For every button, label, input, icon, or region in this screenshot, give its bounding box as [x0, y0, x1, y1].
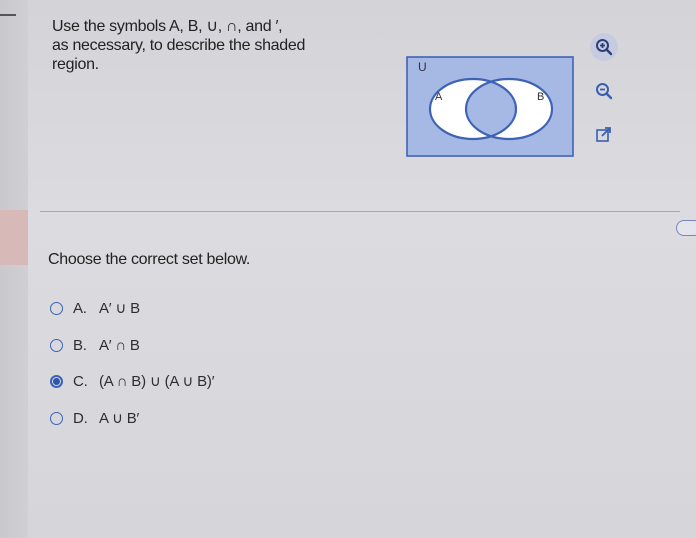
panel-marker: [0, 14, 16, 16]
option-b[interactable]: B. A′ ∩ B: [50, 334, 140, 356]
venn-diagram: U A B: [406, 56, 574, 162]
option-b-letter: B.: [73, 336, 87, 354]
section-divider: [40, 211, 680, 212]
option-c-radio[interactable]: [50, 374, 63, 388]
choice-prompt: Choose the correct set below.: [48, 251, 251, 268]
set-b-label: B: [537, 91, 544, 103]
external-link-icon: [596, 127, 611, 142]
panel-highlight: [0, 210, 28, 265]
option-c-letter: C.: [73, 372, 88, 390]
set-a-label: A: [435, 91, 443, 103]
zoom-out-icon: [596, 83, 613, 100]
figure-toolbar: [590, 33, 622, 165]
question-line-2: as necessary, to describe the shaded: [52, 37, 306, 54]
option-c[interactable]: C. (A ∩ B) ∪ (A ∪ B)′: [50, 370, 215, 392]
option-a-text: A′ ∪ B: [99, 300, 140, 317]
question-text: Use the symbols A, B, ∪, ∩, and ′, as ne…: [52, 17, 352, 74]
option-a[interactable]: A. A′ ∪ B: [50, 297, 140, 319]
divider-drag-handle[interactable]: [676, 220, 696, 236]
open-external-button[interactable]: [590, 121, 618, 149]
radio-selected-dot: [53, 377, 60, 385]
venn-svg: U A B: [406, 56, 574, 157]
option-c-text: (A ∩ B) ∪ (A ∪ B)′: [99, 373, 215, 390]
zoom-in-icon: [596, 39, 613, 56]
option-b-text: A′ ∩ B: [99, 336, 140, 354]
question-line-3: region.: [52, 56, 99, 73]
option-d[interactable]: D. A ∪ B′: [50, 407, 139, 429]
question-line-1: Use the symbols A, B, ∪, ∩, and ′,: [52, 18, 283, 35]
option-a-letter: A.: [73, 299, 87, 317]
option-d-letter: D.: [73, 409, 88, 427]
zoom-out-button[interactable]: [590, 77, 618, 105]
universe-label: U: [418, 60, 427, 74]
option-d-radio[interactable]: [50, 411, 63, 425]
option-d-text: A ∪ B′: [99, 410, 140, 427]
zoom-in-button[interactable]: [590, 33, 618, 61]
option-b-radio[interactable]: [50, 338, 63, 352]
option-a-radio[interactable]: [50, 301, 63, 315]
left-edge-panel: [0, 0, 28, 538]
